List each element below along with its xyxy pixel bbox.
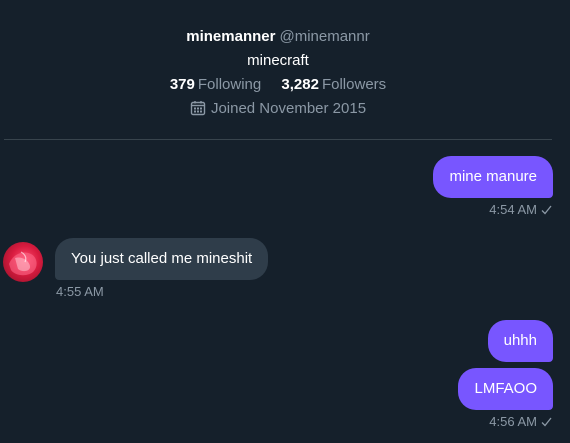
dm-conversation: minemanner @minemannr minecraft 379 Follow…	[0, 0, 570, 443]
check-icon	[541, 415, 552, 430]
message-bubble-outgoing[interactable]: LMFAOO	[458, 368, 553, 410]
avatar[interactable]	[3, 242, 43, 282]
message-text: LMFAOO	[474, 380, 537, 397]
profile-bio: minecraft	[247, 52, 309, 69]
timestamp-text: 4:55 AM	[56, 284, 104, 299]
divider	[4, 139, 552, 140]
profile-display-name[interactable]: minemanner	[186, 28, 275, 45]
following-count: 379	[169, 76, 195, 93]
following-stat[interactable]: 379 Following	[170, 76, 261, 93]
followers-count: 3,282	[281, 76, 319, 93]
profile-name-line[interactable]: minemanner @minemannr	[0, 28, 556, 45]
followers-stat[interactable]: 3,282 Followers	[281, 76, 386, 93]
message-text: You just called me mineshit	[71, 250, 253, 267]
message-timestamp: 4:56 AM	[489, 414, 552, 430]
check-icon	[541, 203, 552, 218]
timestamp-text: 4:56 AM	[489, 414, 537, 429]
message-bubble-outgoing[interactable]: mine manure	[433, 156, 553, 198]
message-timestamp: 4:54 AM	[489, 202, 552, 218]
profile-joined: Joined November 2015	[0, 100, 556, 120]
calendar-icon	[190, 100, 206, 120]
message-bubble-outgoing[interactable]: uhhh	[487, 320, 553, 362]
followers-label: Followers	[321, 76, 387, 93]
profile-handle[interactable]: @minemannr	[279, 28, 369, 45]
joined-text: Joined November 2015	[210, 100, 367, 117]
following-label: Following	[197, 76, 262, 93]
message-bubble-incoming[interactable]: You just called me mineshit	[55, 238, 269, 280]
profile-stats: 379 Following 3,282 Followers	[0, 76, 556, 93]
message-text: mine manure	[449, 168, 537, 185]
message-timestamp: 4:55 AM	[56, 284, 104, 299]
message-text: uhhh	[503, 332, 537, 349]
timestamp-text: 4:54 AM	[489, 202, 537, 217]
